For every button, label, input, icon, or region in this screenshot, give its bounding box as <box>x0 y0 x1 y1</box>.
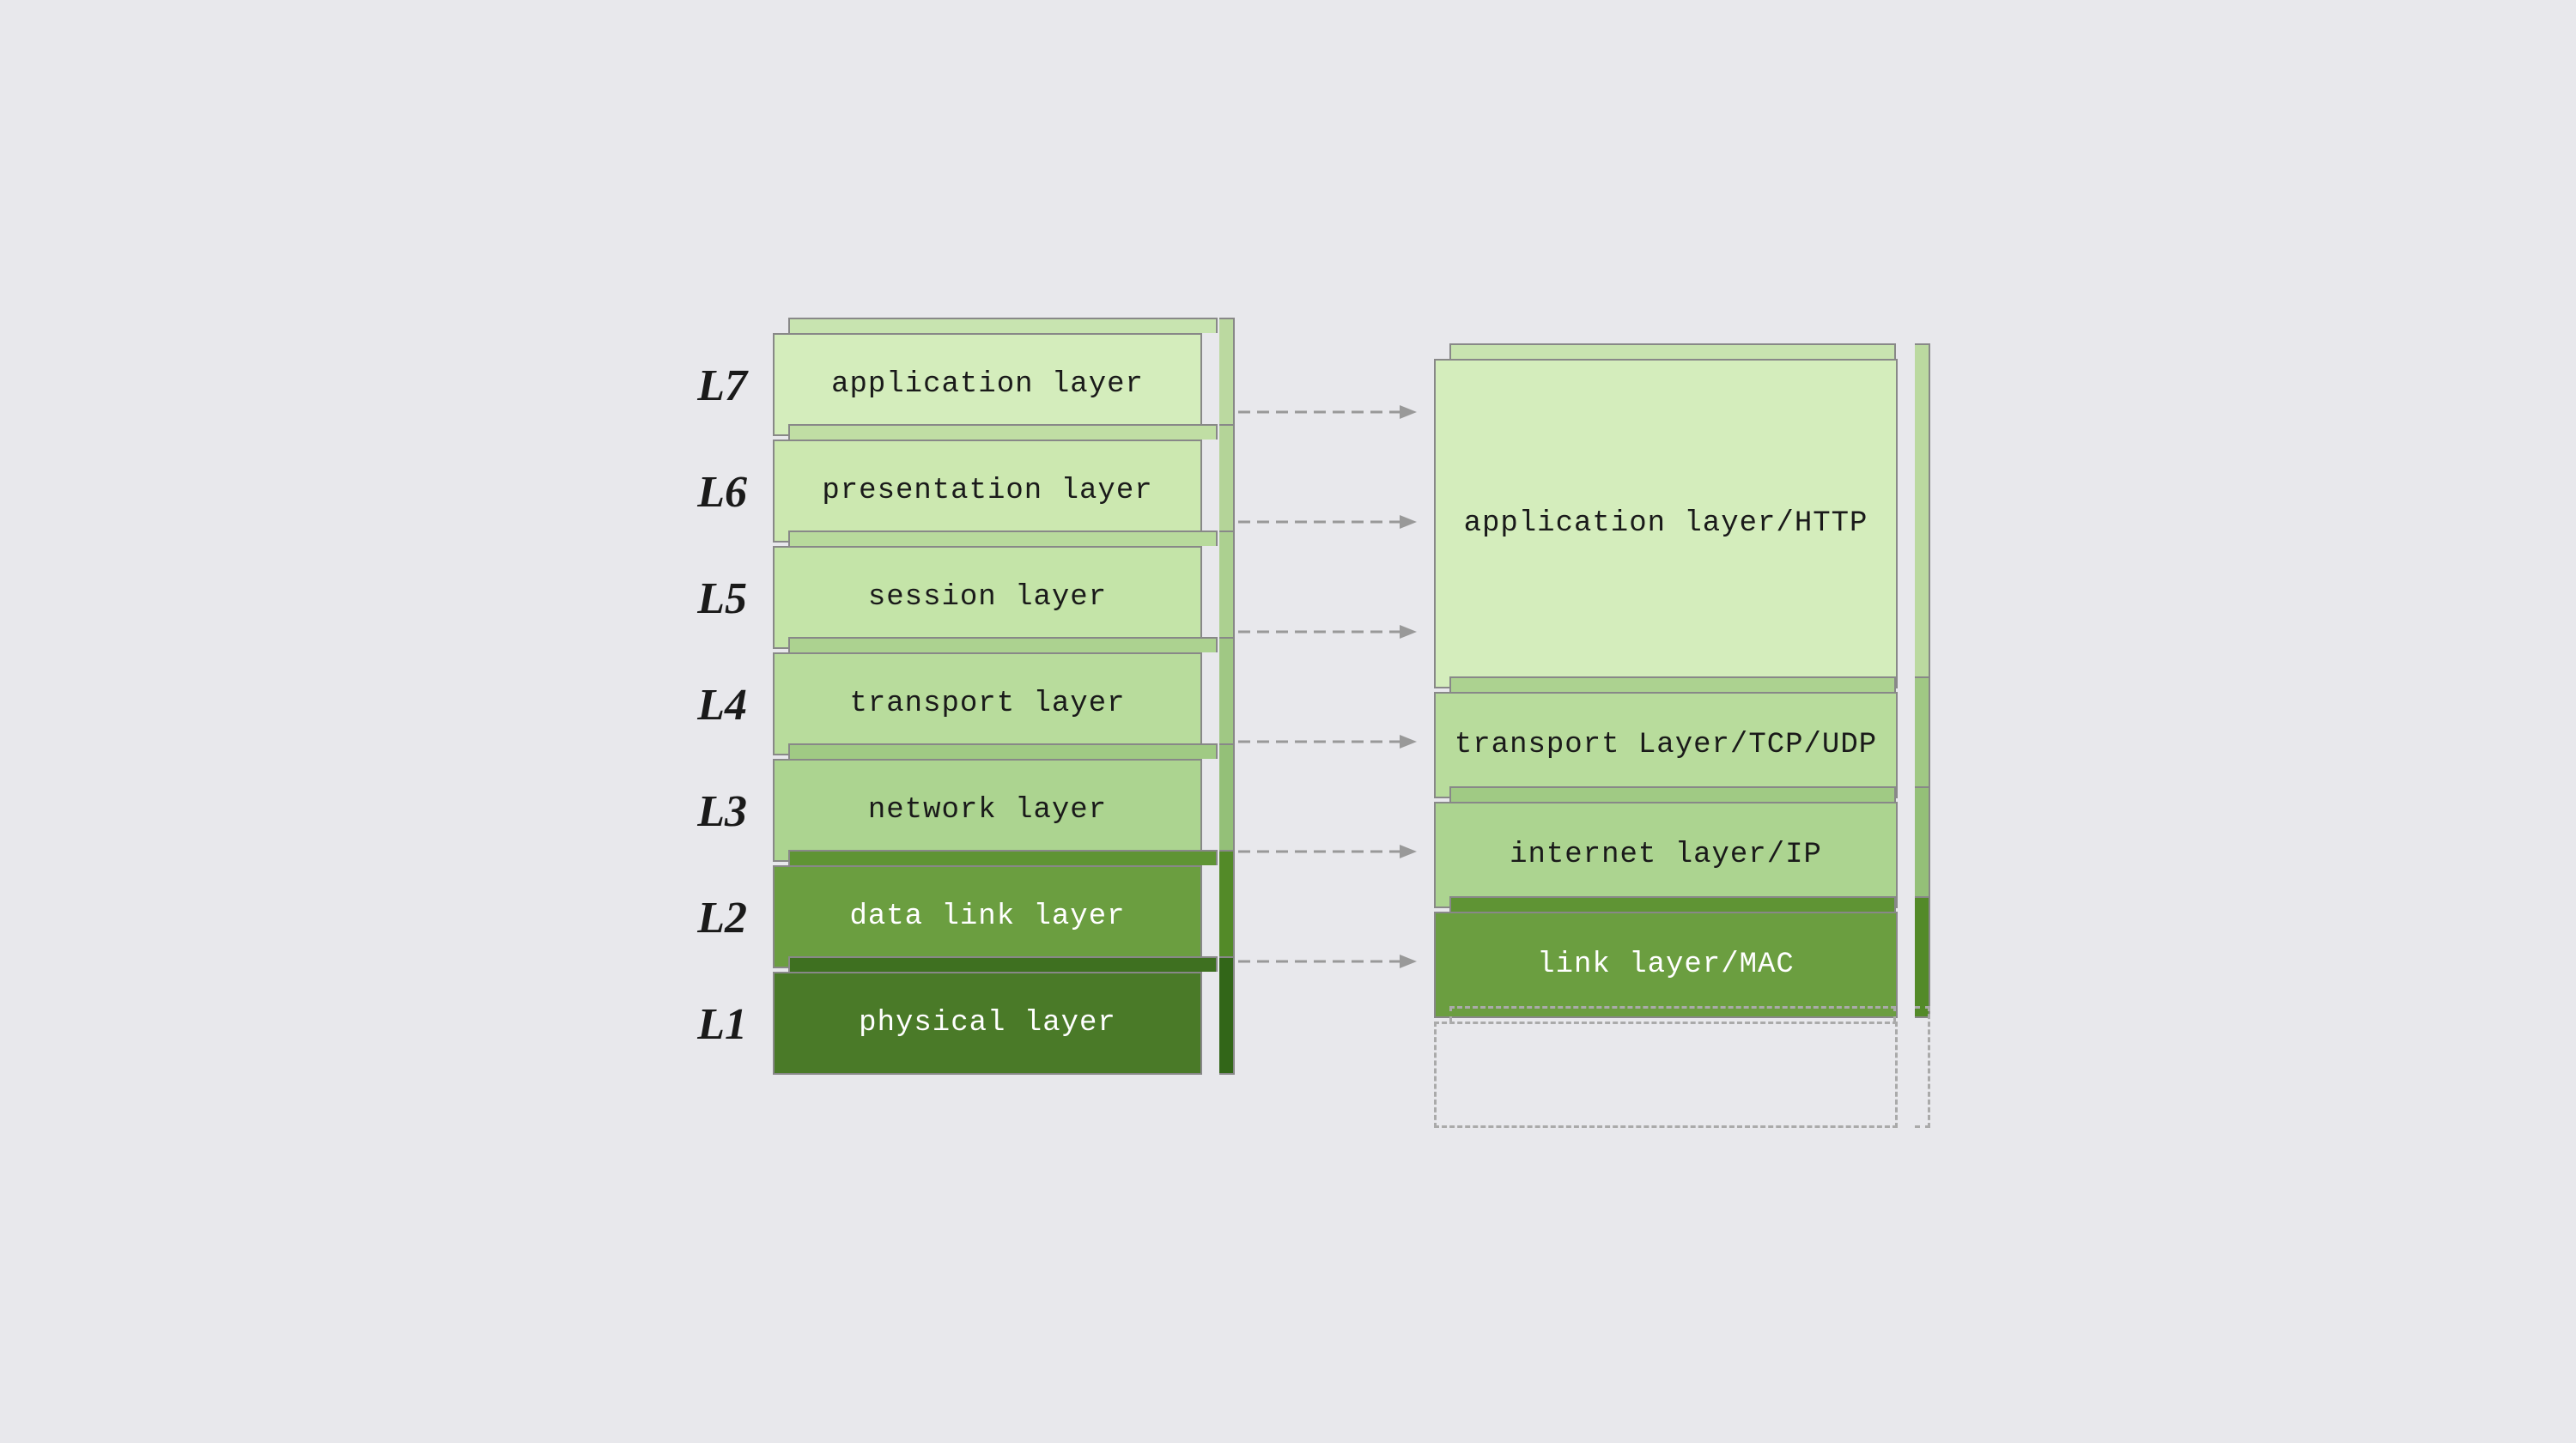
right-box-inet: internet layer/IP <box>1434 802 1915 908</box>
right-label-inet: internet layer/IP <box>1510 839 1822 871</box>
box-top-l7 <box>788 318 1218 333</box>
box-top-l3 <box>788 743 1218 759</box>
box-label-l3: network layer <box>868 794 1107 827</box>
box-top-l2 <box>788 850 1218 865</box>
right-box-trans: transport Layer/TCP/UDP <box>1434 692 1915 798</box>
box-top-l6 <box>788 424 1218 440</box>
connectors-area <box>1219 333 1434 1128</box>
right-box-top-trans <box>1449 676 1896 692</box>
box-right-l7 <box>1219 318 1235 436</box>
diagram: L7 application layer L6 presentation lay… <box>661 333 1915 1128</box>
box-label-l7: application layer <box>831 368 1144 401</box>
arrow-l6 <box>1219 505 1425 539</box>
right-label-trans: transport Layer/TCP/UDP <box>1455 729 1877 761</box>
layer-row-l1: L1 physical layer <box>661 972 1219 1078</box>
dashed-box-front <box>1434 1022 1898 1128</box>
right-box-right-app <box>1915 343 1930 688</box>
box-label-l2: data link layer <box>849 900 1125 933</box>
box-front-l2: data link layer <box>773 865 1202 968</box>
right-box-front-trans: transport Layer/TCP/UDP <box>1434 692 1898 798</box>
box-front-l1: physical layer <box>773 972 1202 1075</box>
tcpip-stack: application layer/HTTP transport Layer/T… <box>1434 333 1915 1128</box>
arrow-l3 <box>1219 834 1425 869</box>
box-l1: physical layer <box>773 972 1219 1075</box>
box-l7: application layer <box>773 333 1219 436</box>
layer-label-l4: L4 <box>661 680 773 731</box>
layer-label-l7: L7 <box>661 361 773 411</box>
right-box-front-link: link layer/MAC <box>1434 912 1898 1018</box>
box-top-l4 <box>788 637 1218 652</box>
box-l6: presentation layer <box>773 440 1219 543</box>
box-right-l5 <box>1219 531 1235 649</box>
arrow-l5 <box>1219 615 1425 649</box>
right-label-link: link layer/MAC <box>1537 949 1795 981</box>
box-front-l4: transport layer <box>773 652 1202 755</box>
layer-label-l2: L2 <box>661 893 773 943</box>
connector-l6 <box>1219 469 1434 575</box>
dashed-box-right <box>1915 1006 1930 1128</box>
box-right-l1 <box>1219 956 1235 1075</box>
box-right-l4 <box>1219 637 1235 755</box>
box-l5: session layer <box>773 546 1219 649</box>
box-label-l5: session layer <box>868 581 1107 614</box>
layer-label-l3: L3 <box>661 786 773 837</box>
osi-stack: L7 application layer L6 presentation lay… <box>661 333 1219 1078</box>
box-label-l4: transport layer <box>849 688 1125 720</box>
right-box-top-link <box>1449 896 1896 912</box>
box-top-l1 <box>788 956 1218 972</box>
connector-l3 <box>1219 798 1434 905</box>
box-right-l3 <box>1219 743 1235 862</box>
box-label-l6: presentation layer <box>822 475 1152 507</box>
connector-l4 <box>1219 688 1434 795</box>
right-box-right-link <box>1915 896 1930 1018</box>
right-box-right-trans <box>1915 676 1930 798</box>
box-front-l6: presentation layer <box>773 440 1202 543</box>
right-box-link: link layer/MAC <box>1434 912 1915 1018</box>
connector-l5 <box>1219 579 1434 685</box>
layer-label-l6: L6 <box>661 467 773 518</box>
box-l2: data link layer <box>773 865 1219 968</box>
connector-l7 <box>1219 359 1434 465</box>
box-front-l7: application layer <box>773 333 1202 436</box>
right-box-front-app: application layer/HTTP <box>1434 359 1898 688</box>
box-front-l3: network layer <box>773 759 1202 862</box>
arrow-l2 <box>1219 944 1425 979</box>
box-right-l6 <box>1219 424 1235 543</box>
arrow-l4 <box>1219 725 1425 759</box>
layer-label-l5: L5 <box>661 573 773 624</box>
right-box-app: application layer/HTTP <box>1434 359 1915 688</box>
connector-l1 <box>1219 1018 1434 1125</box>
dashed-box-top <box>1449 1006 1896 1022</box>
box-l4: transport layer <box>773 652 1219 755</box>
box-label-l1: physical layer <box>859 1007 1116 1040</box>
right-box-top-inet <box>1449 786 1896 802</box>
right-dashed-box <box>1434 1022 1915 1128</box>
right-box-top-app <box>1449 343 1896 359</box>
connector-l2 <box>1219 908 1434 1015</box>
right-label-app: application layer/HTTP <box>1464 507 1868 540</box>
arrow-l7 <box>1219 395 1425 429</box>
box-l3: network layer <box>773 759 1219 862</box>
layer-label-l1: L1 <box>661 999 773 1050</box>
right-box-front-inet: internet layer/IP <box>1434 802 1898 908</box>
right-box-right-inet <box>1915 786 1930 908</box>
box-front-l5: session layer <box>773 546 1202 649</box>
box-right-l2 <box>1219 850 1235 968</box>
box-top-l5 <box>788 531 1218 546</box>
